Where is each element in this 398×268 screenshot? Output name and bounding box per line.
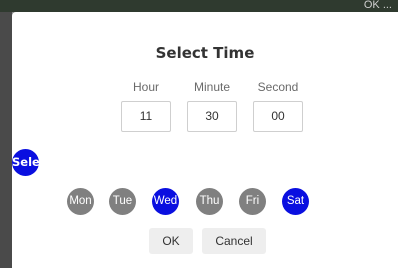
second-label: Second — [257, 80, 299, 94]
select-day-title: Select Day — [12, 149, 52, 196]
cancel-button[interactable]: Cancel — [202, 228, 266, 254]
select-time-title: Select Time — [155, 44, 255, 62]
day-button-sun[interactable]: Sun — [326, 188, 353, 215]
day-button-sat[interactable]: Sat — [282, 188, 309, 215]
day-button-wed[interactable]: Wed — [152, 188, 179, 215]
hour-input[interactable]: 11 — [121, 101, 171, 132]
second-input[interactable]: 00 — [253, 101, 303, 132]
minute-column: Minute 30 — [182, 79, 242, 132]
day-selector: Mon Tue Wed Thu Fri Sat Sun — [12, 188, 398, 215]
hour-column: Hour 11 — [116, 79, 176, 132]
minute-input[interactable]: 30 — [187, 101, 237, 132]
day-button-mon[interactable]: Mon — [67, 188, 94, 215]
day-button-fri[interactable]: Fri — [239, 188, 266, 215]
ok-button[interactable]: OK — [149, 228, 193, 254]
minute-label: Minute — [193, 80, 231, 94]
hour-label: Hour — [132, 80, 159, 94]
second-column: Second 00 — [248, 79, 308, 132]
background-left-strip — [0, 12, 12, 268]
day-button-tue[interactable]: Tue — [109, 188, 136, 215]
background-topright-text: OK ... — [363, 0, 392, 11]
time-day-picker-dialog: Select Time Hour 11 Minute 30 Second 00 … — [12, 12, 398, 268]
day-button-thu[interactable]: Thu — [196, 188, 223, 215]
